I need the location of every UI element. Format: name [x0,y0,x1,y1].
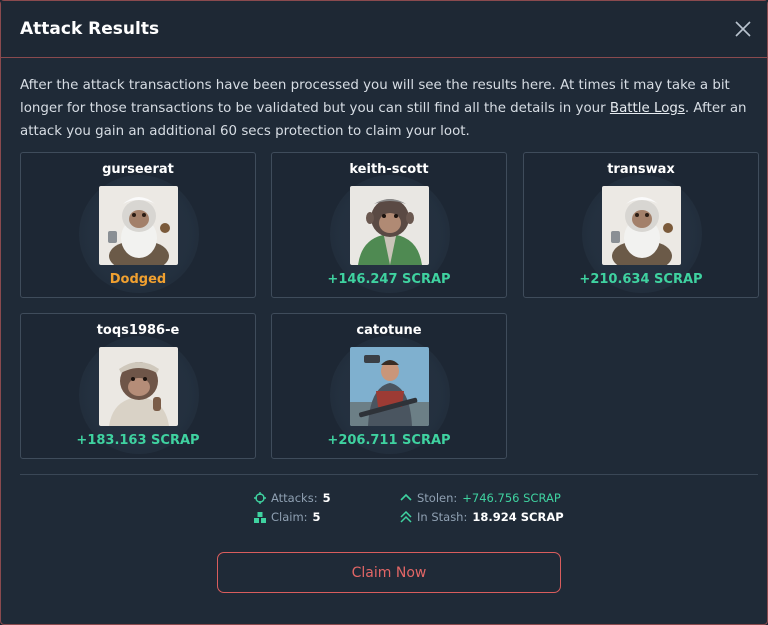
old-monkey-icon [602,186,681,265]
modal-title: Attack Results [20,19,160,39]
stash-label: In Stash: [417,510,468,524]
claim-label: Claim: [271,510,308,524]
target-name: transwax [607,162,675,177]
crosshair-icon [254,492,266,504]
monkey-bandana-icon [99,347,178,426]
stolen-label: Stolen: [417,491,458,505]
claim-value: 5 [312,510,321,524]
stolen-value: +746.756 SCRAP [462,491,561,505]
old-monkey-icon [99,186,178,265]
battle-logs-link[interactable]: Battle Logs [610,101,685,116]
chevron-up-icon [400,493,412,501]
target-card: transwax +210.634 SCRAP [523,152,759,298]
close-icon [735,21,751,37]
target-result: +183.163 SCRAP [76,433,200,448]
target-card: toqs1986-e +183.163 SCRAP [20,313,256,459]
target-card: gurseerat Dodged [20,152,256,298]
target-name: toqs1986-e [96,323,180,338]
target-result: +206.711 SCRAP [327,433,451,448]
claim-stat: Claim: 5 [254,510,321,524]
claim-now-button[interactable]: Claim Now [217,552,561,593]
attack-summary: Attacks: 5 Claim: 5 Stolen: +746.756 SCR… [254,491,594,531]
monkey-jacket-icon [350,186,429,265]
target-result: +146.247 SCRAP [327,272,451,287]
target-card: catotune +206.711 SCRAP [271,313,507,459]
close-button[interactable] [731,17,755,41]
attacks-value: 5 [322,491,331,505]
stash-value: 18.924 SCRAP [472,510,564,524]
soldier-icon [350,347,429,426]
description: After the attack transactions have been … [20,74,755,143]
target-name: catotune [356,323,422,338]
attack-results-modal: Attack Results After the attack transact… [0,0,768,625]
target-name: gurseerat [102,162,174,177]
attacks-label: Attacks: [271,491,318,505]
target-card: keith-scott +146.247 SCRAP [271,152,507,298]
target-result: +210.634 SCRAP [579,272,703,287]
attacks-stat: Attacks: 5 [254,491,331,505]
modal-header: Attack Results [1,1,767,58]
stack-icon [254,512,266,523]
stolen-stat: Stolen: +746.756 SCRAP [400,491,561,505]
target-name: keith-scott [349,162,429,177]
double-chevron-up-icon [400,511,412,523]
divider [20,474,758,475]
target-result: Dodged [109,272,167,287]
stash-stat: In Stash: 18.924 SCRAP [400,510,564,524]
